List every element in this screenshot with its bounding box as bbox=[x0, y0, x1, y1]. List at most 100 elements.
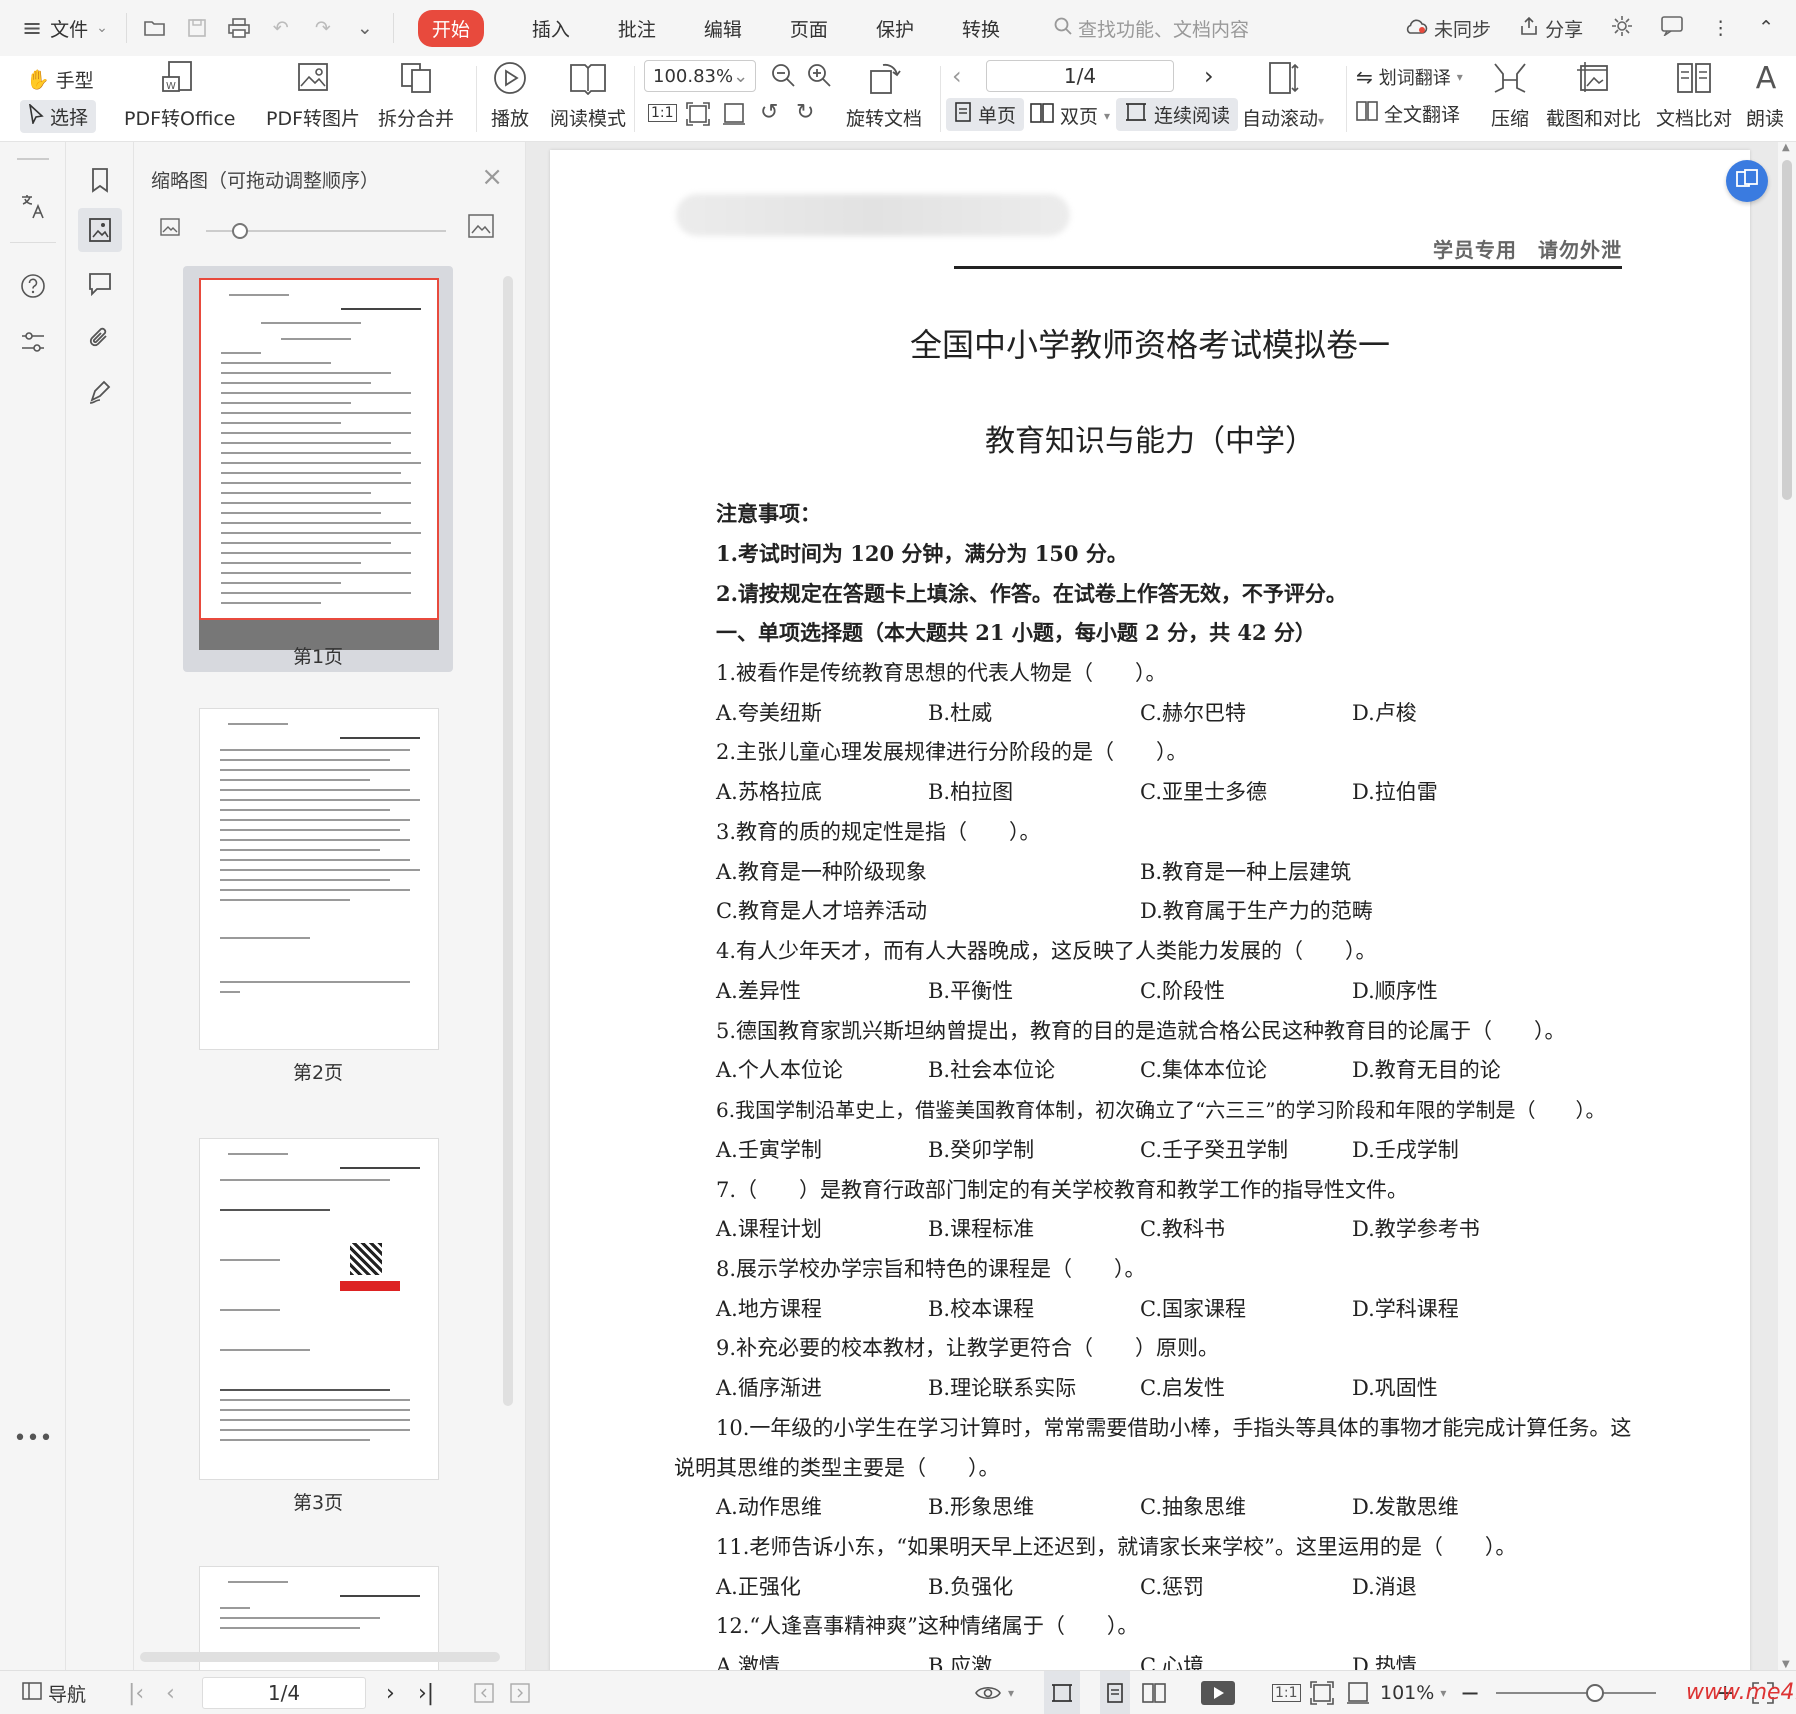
settings-sliders-icon[interactable] bbox=[17, 326, 49, 358]
more-icon[interactable]: ••• bbox=[14, 1422, 53, 1454]
fit-width-icon[interactable] bbox=[722, 102, 746, 131]
single-page-mode-icon[interactable] bbox=[1100, 1671, 1130, 1714]
scroll-up-icon[interactable]: ▲ bbox=[1782, 142, 1790, 153]
large-thumbnail-icon[interactable] bbox=[468, 214, 494, 242]
close-icon[interactable]: × bbox=[481, 162, 503, 192]
first-page-icon[interactable]: |‹ bbox=[128, 1671, 144, 1714]
tab-page[interactable]: 页面 bbox=[766, 0, 852, 56]
zoom-in-icon[interactable] bbox=[806, 62, 832, 93]
hand-tool-button[interactable]: ✋ 手型 bbox=[26, 66, 94, 93]
tab-start[interactable]: 开始 bbox=[394, 0, 508, 56]
slideshow-icon[interactable] bbox=[1200, 1671, 1236, 1714]
print-icon[interactable] bbox=[227, 16, 251, 40]
play-button[interactable]: 播放 bbox=[490, 58, 530, 131]
back-icon[interactable] bbox=[474, 1671, 494, 1714]
small-thumbnail-icon[interactable] bbox=[160, 218, 180, 240]
full-translate-button[interactable]: 全文翻译 bbox=[1356, 100, 1460, 127]
word-translate-button[interactable]: ⇋ 划词翻译 ▾ bbox=[1356, 64, 1463, 90]
tab-insert[interactable]: 插入 bbox=[508, 0, 594, 56]
open-folder-icon[interactable] bbox=[143, 16, 167, 40]
single-page-button[interactable]: 单页 bbox=[946, 98, 1025, 131]
sync-button[interactable]: 未同步 bbox=[1404, 15, 1491, 42]
read-mode-button[interactable]: 阅读模式 bbox=[550, 58, 626, 131]
thumbnail-page-2[interactable]: 第2页 bbox=[183, 696, 453, 1102]
pdf-to-office-button[interactable]: W PDF转Office bbox=[124, 58, 235, 131]
option-d: D.热情 bbox=[1352, 1654, 1417, 1670]
prev-page-icon[interactable]: ‹ bbox=[952, 62, 962, 90]
tab-comment[interactable]: 批注 bbox=[594, 0, 680, 56]
forward-icon[interactable] bbox=[510, 1671, 530, 1714]
message-icon[interactable] bbox=[1661, 15, 1683, 41]
page-number-input[interactable]: 1/4 bbox=[986, 60, 1174, 92]
continuous-mode-icon[interactable] bbox=[1044, 1671, 1080, 1714]
fit-page-icon[interactable] bbox=[686, 102, 710, 131]
thumbnail-size-slider[interactable] bbox=[206, 223, 446, 239]
select-tool-button[interactable]: 选择 bbox=[20, 100, 97, 133]
auto-scroll-button[interactable]: 自动滚动▾ bbox=[1242, 58, 1324, 131]
thumbnail-page-3[interactable]: 第3页 bbox=[183, 1126, 453, 1532]
fit-page-icon[interactable] bbox=[1310, 1671, 1334, 1714]
signature-icon[interactable] bbox=[78, 370, 122, 414]
doc-compare-button[interactable]: 文档比对 bbox=[1656, 58, 1732, 131]
rotate-right-icon[interactable]: ↻ bbox=[796, 100, 814, 125]
zoom-out-icon[interactable]: − bbox=[1460, 1671, 1480, 1714]
thumbnail-horizontal-scrollbar[interactable] bbox=[140, 1652, 500, 1662]
scrollbar-thumb[interactable] bbox=[1782, 160, 1792, 500]
collapse-ribbon-icon[interactable]: ⌃ bbox=[1758, 17, 1774, 39]
thumb-text-line bbox=[220, 869, 420, 871]
actual-size-icon[interactable]: 1:1 bbox=[648, 104, 677, 122]
redo-icon[interactable]: ↷ bbox=[311, 16, 335, 40]
thumbnail-icon[interactable] bbox=[78, 208, 122, 252]
zoom-level-select[interactable]: 101% ▾ bbox=[1380, 1671, 1446, 1714]
undo-icon[interactable]: ↶ bbox=[269, 16, 293, 40]
translate-icon[interactable] bbox=[17, 190, 49, 222]
screenshot-compare-button[interactable]: 截图和对比 bbox=[1546, 58, 1641, 131]
save-icon[interactable] bbox=[185, 16, 209, 40]
last-page-icon[interactable]: ›| bbox=[418, 1671, 434, 1714]
compress-button[interactable]: 压缩 bbox=[1490, 58, 1530, 131]
thumbnail-page-1[interactable]: 第1页 bbox=[183, 266, 453, 672]
status-bar: 导航 |‹ ‹ 1/4 › ›| ▾ 1:1 101% ▾ − + bbox=[0, 1670, 1796, 1714]
navigation-toggle[interactable]: 导航 bbox=[22, 1671, 86, 1714]
double-page-button[interactable]: 双页 ▾ bbox=[1030, 102, 1110, 129]
zoom-slider-knob[interactable] bbox=[1586, 1684, 1604, 1702]
next-page-icon[interactable]: › bbox=[1204, 62, 1214, 90]
tab-edit[interactable]: 编辑 bbox=[680, 0, 766, 56]
document-viewer[interactable]: 学员专用 请勿外泄 全国中小学教师资格考试模拟卷一 教育知识与能力（中学） 注意… bbox=[526, 142, 1778, 1670]
attachment-icon[interactable] bbox=[78, 316, 122, 360]
zoom-slider[interactable] bbox=[1496, 1692, 1656, 1694]
document-scrollbar[interactable]: ▲ ▼ bbox=[1778, 142, 1796, 1670]
scroll-down-icon[interactable]: ▼ bbox=[1782, 1659, 1790, 1670]
comment-icon[interactable] bbox=[78, 262, 122, 306]
customize-toolbar-icon[interactable]: ⌄ bbox=[353, 16, 377, 40]
floating-convert-button[interactable] bbox=[1726, 160, 1768, 202]
next-page-icon[interactable]: › bbox=[386, 1671, 395, 1714]
pdf-to-image-button[interactable]: PDF转图片 bbox=[266, 58, 360, 131]
prev-page-icon[interactable]: ‹ bbox=[166, 1671, 175, 1714]
actual-size-icon[interactable]: 1:1 bbox=[1272, 1671, 1301, 1714]
thumbnail-scrollbar[interactable] bbox=[503, 276, 513, 1406]
split-merge-button[interactable]: 拆分合并 bbox=[378, 58, 454, 131]
slider-knob[interactable] bbox=[232, 223, 248, 239]
help-icon[interactable] bbox=[17, 270, 49, 302]
settings-icon[interactable] bbox=[1611, 15, 1633, 42]
search-input[interactable]: 查找功能、文档内容 bbox=[1054, 15, 1249, 42]
fit-width-icon[interactable] bbox=[1346, 1671, 1370, 1714]
tab-protect[interactable]: 保护 bbox=[852, 0, 938, 56]
option-c: C.集体本位论 bbox=[1140, 1058, 1267, 1082]
continuous-read-button[interactable]: 连续阅读 bbox=[1116, 98, 1239, 131]
more-icon[interactable]: ⋮ bbox=[1711, 17, 1730, 39]
rotate-doc-button[interactable]: 旋转文档 bbox=[846, 58, 922, 131]
status-page-input[interactable]: 1/4 bbox=[202, 1677, 366, 1709]
bookmark-icon[interactable] bbox=[78, 158, 122, 202]
zoom-out-icon[interactable] bbox=[770, 62, 796, 93]
tab-convert[interactable]: 转换 bbox=[938, 0, 1024, 56]
read-aloud-button[interactable]: A 朗读 bbox=[1746, 58, 1786, 131]
file-menu[interactable]: ≡ 文件 ⌄ bbox=[0, 0, 126, 56]
zoom-select[interactable]: 100.83% ⌄ bbox=[644, 60, 756, 92]
rotate-left-icon[interactable]: ↺ bbox=[760, 100, 778, 125]
eye-protection-icon[interactable]: ▾ bbox=[974, 1671, 1014, 1714]
double-page-mode-icon[interactable] bbox=[1142, 1671, 1166, 1714]
thumb-text-line bbox=[221, 352, 261, 354]
share-button[interactable]: 分享 bbox=[1519, 15, 1583, 42]
